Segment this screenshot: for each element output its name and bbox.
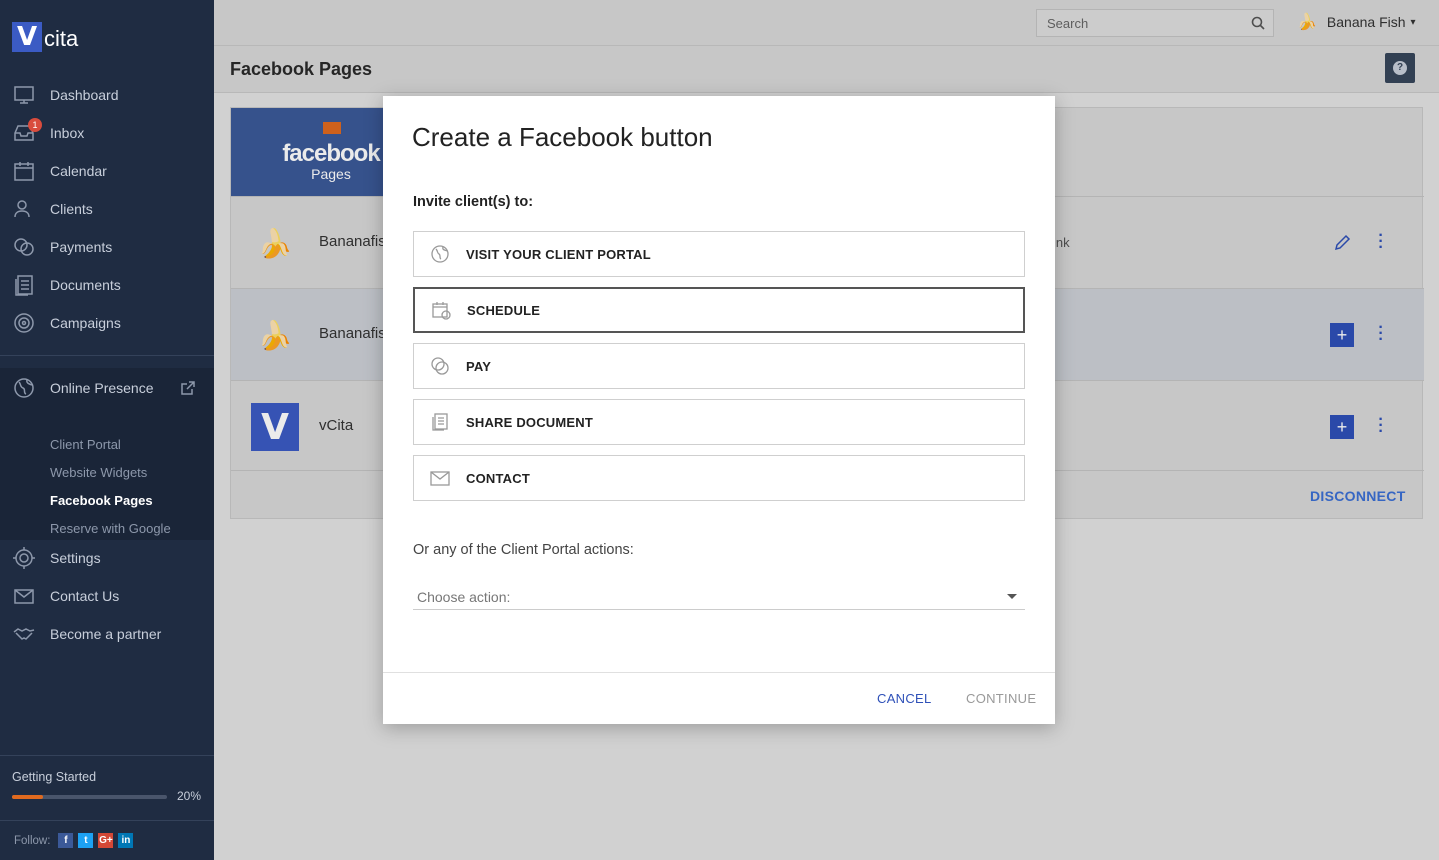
option-label: SHARE DOCUMENT xyxy=(466,414,594,430)
dialog-subtitle: Invite client(s) to: xyxy=(413,194,534,210)
vcita-logo[interactable]: V cita xyxy=(12,22,78,52)
calendar-icon xyxy=(431,300,451,320)
caret-down-icon xyxy=(1007,594,1017,599)
follow-label: Follow: xyxy=(14,834,51,847)
inbox-badge: 1 xyxy=(28,118,42,132)
sidebar-subitem-facebook-pages[interactable]: Facebook Pages xyxy=(0,486,214,514)
sidebar-item-documents[interactable]: Documents xyxy=(0,266,214,304)
sidebar-item-label: Online Presence xyxy=(50,380,154,396)
dashboard-icon xyxy=(12,83,36,107)
handshake-icon xyxy=(12,622,36,646)
sidebar-subitem-client-portal[interactable]: Client Portal xyxy=(0,430,214,458)
select-placeholder: Choose action: xyxy=(417,588,511,605)
online-presence-section: Online Presence Client Portal Website Wi… xyxy=(0,368,214,540)
logo-mark: V xyxy=(12,22,42,52)
sidebar-item-label: Calendar xyxy=(50,163,107,179)
sidebar-item-settings[interactable]: Settings xyxy=(0,539,214,577)
client-portal-actions-label: Or any of the Client Portal actions: xyxy=(413,542,634,558)
option-label: PAY xyxy=(466,358,492,374)
bottom-nav: Settings Contact Us Become a partner xyxy=(0,539,214,653)
payments-icon xyxy=(12,235,36,259)
sidebar-subitem-reserve-with-google[interactable]: Reserve with Google xyxy=(0,514,214,542)
sidebar: V cita Dashboard 1 Inbox Calendar Client… xyxy=(0,0,214,860)
create-facebook-button-dialog: Create a Facebook button Invite client(s… xyxy=(383,96,1055,724)
sidebar-subitem-website-widgets[interactable]: Website Widgets xyxy=(0,458,214,486)
globe-icon xyxy=(12,376,36,400)
main-nav: Dashboard 1 Inbox Calendar Clients Payme… xyxy=(0,76,214,342)
option-schedule[interactable]: SCHEDULE xyxy=(413,287,1025,333)
sidebar-item-label: Documents xyxy=(50,277,121,293)
sidebar-item-label: Inbox xyxy=(50,125,85,141)
sidebar-item-label: Become a partner xyxy=(50,626,162,642)
campaigns-icon xyxy=(12,311,36,335)
settings-icon xyxy=(12,546,36,570)
option-label: CONTACT xyxy=(466,470,530,486)
option-label: VISIT YOUR CLIENT PORTAL xyxy=(466,246,651,262)
sidebar-item-contact-us[interactable]: Contact Us xyxy=(0,577,214,615)
twitter-icon[interactable]: t xyxy=(78,833,94,848)
google-plus-icon[interactable]: G+ xyxy=(98,833,114,848)
continue-button[interactable]: CONTINUE xyxy=(966,691,1036,706)
sidebar-item-label: Settings xyxy=(50,550,101,566)
sidebar-divider xyxy=(0,355,214,356)
choose-action-select[interactable]: Choose action: xyxy=(413,584,1025,610)
sidebar-item-inbox[interactable]: 1 Inbox xyxy=(0,114,214,152)
sidebar-item-online-presence[interactable]: Online Presence xyxy=(0,368,214,408)
cancel-button[interactable]: CANCEL xyxy=(877,691,932,706)
logo-text: cita xyxy=(44,26,79,51)
sidebar-item-label: Campaigns xyxy=(50,315,121,331)
sidebar-item-calendar[interactable]: Calendar xyxy=(0,152,214,190)
follow-bar: Follow: f t G+ in xyxy=(0,820,214,860)
progress-fill xyxy=(12,795,43,799)
linkedin-icon[interactable]: in xyxy=(118,833,134,848)
sidebar-item-become-partner[interactable]: Become a partner xyxy=(0,615,214,653)
sidebar-item-campaigns[interactable]: Campaigns xyxy=(0,304,214,342)
documents-icon xyxy=(12,273,36,297)
clients-icon xyxy=(12,197,36,221)
getting-started-percent: 20% xyxy=(177,789,202,803)
sidebar-item-label: Clients xyxy=(50,201,93,217)
dialog-footer: CANCEL CONTINUE xyxy=(383,672,1055,724)
globe-icon xyxy=(430,244,450,264)
coins-icon xyxy=(430,356,450,376)
dialog-title: Create a Facebook button xyxy=(412,122,713,152)
document-icon xyxy=(430,412,450,432)
sidebar-item-label: Dashboard xyxy=(50,87,119,103)
sidebar-item-clients[interactable]: Clients xyxy=(0,190,214,228)
option-contact[interactable]: CONTACT xyxy=(413,455,1025,501)
option-visit-client-portal[interactable]: VISIT YOUR CLIENT PORTAL xyxy=(413,231,1025,277)
option-label: SCHEDULE xyxy=(467,302,541,318)
envelope-icon xyxy=(430,468,450,488)
getting-started-progress xyxy=(12,795,167,799)
facebook-icon[interactable]: f xyxy=(58,833,74,848)
option-pay[interactable]: PAY xyxy=(413,343,1025,389)
option-share-document[interactable]: SHARE DOCUMENT xyxy=(413,399,1025,445)
sidebar-item-label: Contact Us xyxy=(50,588,120,604)
sidebar-item-dashboard[interactable]: Dashboard xyxy=(0,76,214,114)
calendar-icon xyxy=(12,159,36,183)
external-link-icon[interactable] xyxy=(180,380,196,396)
sidebar-divider xyxy=(0,755,214,756)
sidebar-item-payments[interactable]: Payments xyxy=(0,228,214,266)
getting-started-label[interactable]: Getting Started xyxy=(12,770,96,784)
mail-icon xyxy=(12,584,36,608)
sidebar-item-label: Payments xyxy=(50,239,113,255)
